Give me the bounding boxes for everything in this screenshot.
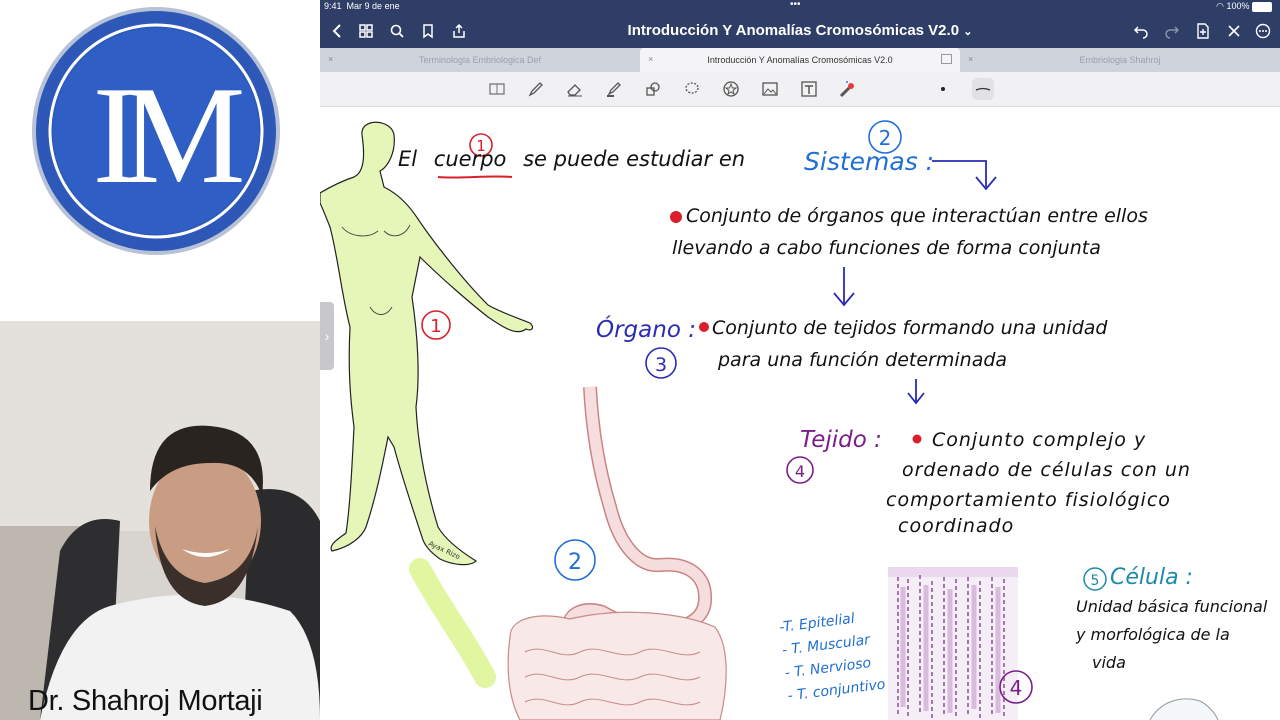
tab-bar: × Terminologia Embriologica Def × Introd… [320, 48, 1280, 72]
tab-close-icon[interactable]: × [968, 54, 973, 64]
celula-definition-1: Unidad básica funcional [1076, 597, 1268, 616]
svg-text:4: 4 [1010, 676, 1023, 700]
redo-icon[interactable] [1161, 20, 1183, 42]
eraser-icon[interactable] [564, 78, 586, 100]
battery-icon [1252, 1, 1272, 12]
organo-heading: Órgano : [596, 317, 696, 343]
read-mode-icon[interactable] [486, 78, 508, 100]
tejido-definition-3: comportamiento fisiológico [886, 489, 1171, 511]
ipad-screen: 9:41 Mar 9 de ene ••• ◠ 100% Introducció… [320, 0, 1280, 720]
tab-label: Introducción Y Anomalías Cromosómicas V2… [707, 55, 893, 65]
intro-line: El cuerpo se puede estudiar en [398, 147, 745, 171]
tab-embriologia[interactable]: × Embriologia Shahroj [960, 48, 1280, 72]
status-time-date: 9:41 Mar 9 de ene [324, 1, 400, 11]
tejido-heading: Tejido : [800, 427, 882, 453]
more-icon[interactable] [1252, 20, 1274, 42]
svg-text:4: 4 [795, 462, 805, 481]
bullet-dot [699, 322, 709, 332]
organo-definition-1: Conjunto de tejidos formando una unidad [712, 317, 1108, 339]
status-time: 9:41 [324, 1, 342, 11]
intro-post: se puede estudiar en [523, 147, 746, 171]
tejido-definition-2: ordenado de células con un [902, 459, 1191, 481]
tejido-definition-1: Conjunto complejo y [932, 429, 1147, 451]
document-title-text: Introducción Y Anomalías Cromosómicas V2… [627, 22, 960, 39]
text-tool-icon[interactable] [798, 78, 820, 100]
tab-split-icon[interactable] [941, 54, 952, 64]
bullet-dot [912, 434, 922, 444]
tab-terminologia[interactable]: × Terminologia Embriologica Def [320, 48, 640, 72]
status-bar: 9:41 Mar 9 de ene ••• ◠ 100% [320, 0, 1280, 14]
sistemas-definition-2: llevando a cabo funciones de forma conju… [672, 237, 1101, 259]
close-icon[interactable] [1223, 20, 1245, 42]
intro-word-cuerpo: cuerpo [433, 147, 507, 171]
title-bar: Introducción Y Anomalías Cromosómicas V2… [320, 14, 1280, 48]
underline [437, 175, 513, 179]
svg-text:1: 1 [430, 316, 441, 337]
presenter-name: Dr. Shahroj Mortaji [28, 685, 263, 717]
tissue-types-list: -T. Epitelial - T. Muscular - T. Nervios… [778, 605, 887, 708]
drawing-toolbar [320, 72, 1280, 107]
chevron-down-icon: ⌄ [963, 26, 973, 38]
bullet-dot [670, 211, 682, 223]
svg-text:5: 5 [1091, 573, 1100, 589]
tab-label: Terminologia Embriologica Def [418, 55, 542, 65]
status-right: ◠ 100% [1216, 1, 1272, 12]
presenter-image [0, 321, 320, 720]
svg-text:2: 2 [568, 550, 582, 575]
celula-definition-2: y morfológica de la [1076, 625, 1230, 644]
sistemas-definition-1: Conjunto de órganos que interactúan entr… [686, 205, 1148, 227]
left-panel: IM Dr. Shahroj Mortaji [0, 0, 320, 720]
chevron-right-icon: › [324, 328, 330, 344]
digestive-organs-drawing [507, 386, 727, 720]
laser-pointer-icon[interactable] [836, 78, 858, 100]
im-logo: IM [32, 7, 280, 255]
image-icon[interactable] [759, 78, 781, 100]
sistemas-heading: Sistemas : [804, 147, 935, 176]
add-page-icon[interactable] [1192, 20, 1214, 42]
tejido-definition-4: coordinado [898, 515, 1015, 537]
status-date: Mar 9 de ene [346, 1, 400, 11]
webcam-feed: Dr. Shahroj Mortaji [0, 321, 320, 720]
svg-text:3: 3 [655, 354, 667, 376]
celula-heading: Célula : [1110, 565, 1193, 590]
sidebar-handle[interactable]: › [320, 302, 334, 370]
cell-drawing [1149, 698, 1219, 720]
tab-close-icon[interactable]: × [328, 54, 333, 64]
highlighter-icon[interactable] [603, 78, 625, 100]
ink-dot-icon[interactable] [932, 78, 954, 100]
svg-text:IM: IM [92, 58, 242, 213]
shapes-icon[interactable] [642, 78, 664, 100]
tab-close-icon[interactable]: × [648, 54, 653, 64]
lasso-icon[interactable] [681, 78, 703, 100]
intro-pre: El [398, 147, 418, 171]
human-body-drawing [320, 121, 534, 566]
multitask-dots[interactable]: ••• [790, 0, 801, 10]
pen-icon[interactable] [525, 78, 547, 100]
logo-area: IM [0, 0, 320, 320]
battery-percent: 100% [1226, 1, 1250, 11]
stroke-width-icon[interactable] [972, 78, 994, 100]
green-highlighter-stroke [409, 558, 496, 688]
tissue-histology-image [888, 567, 1018, 720]
organo-definition-2: para una función determinada [718, 349, 1008, 371]
tab-label: Embriologia Shahroj [1079, 55, 1161, 65]
sticker-icon[interactable] [720, 78, 742, 100]
notes-page[interactable]: Ayax Rizo 1 2 1 3 4 2 5 4 El cuerpo se p… [320, 107, 1280, 720]
tab-introduccion[interactable]: × Introducción Y Anomalías Cromosómicas … [640, 48, 960, 72]
celula-definition-3: vida [1092, 653, 1126, 672]
wifi-icon: ◠ [1216, 1, 1224, 11]
undo-icon[interactable] [1130, 20, 1152, 42]
